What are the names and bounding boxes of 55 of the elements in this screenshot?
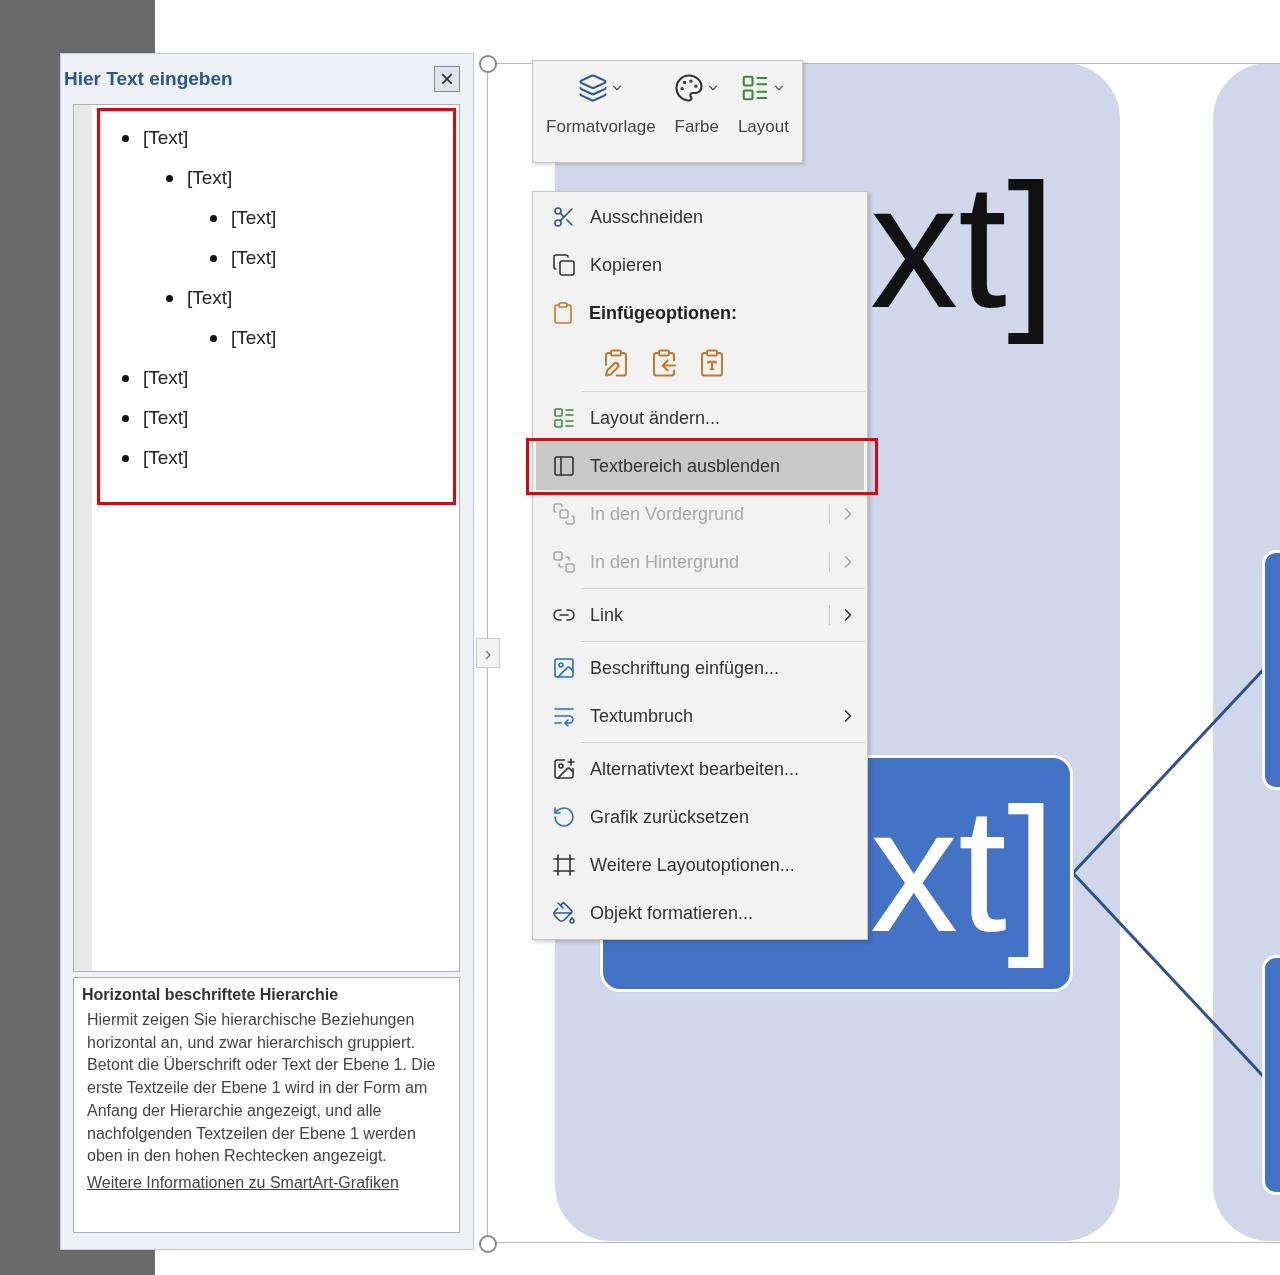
bullet-text[interactable]: [Text] (231, 327, 277, 349)
bullet-text[interactable]: [Text] (231, 247, 277, 269)
menu-item[interactable]: Objekt formatieren... (536, 889, 864, 937)
expand-pane-button[interactable]: › (476, 638, 500, 668)
shape-text: xt] (870, 771, 1057, 970)
send-backward-icon (552, 550, 576, 574)
clipboard-icon (551, 301, 575, 325)
shape-text: xt] (870, 147, 1057, 346)
menu-item[interactable]: Layout ändern... (536, 394, 864, 442)
menu-item[interactable]: Textumbruch (536, 692, 864, 740)
menu-item[interactable]: Textbereich ausblenden (536, 442, 864, 490)
bullet-text[interactable]: [Text] (231, 207, 277, 229)
layout-options-icon (552, 853, 576, 877)
bullet-text[interactable]: [Text] (143, 407, 189, 429)
bullet-icon (210, 254, 217, 262)
reset-icon (552, 805, 576, 829)
info-heading: Horizontal beschriftete Hierarchie (82, 986, 340, 1004)
bullet-icon (122, 374, 129, 382)
bullet-icon (210, 214, 217, 222)
bullet-text[interactable]: [Text] (143, 447, 189, 469)
toolbar-button[interactable]: Formatvorlage (543, 73, 659, 149)
palette-icon (673, 73, 704, 103)
bullet-text[interactable]: [Text] (143, 367, 189, 389)
bullet-icon (210, 334, 217, 342)
menu-item[interactable]: Beschriftung einfügen... (536, 644, 864, 692)
picture-icon (552, 656, 576, 680)
bullet-icon (122, 134, 129, 142)
bring-forward-icon (552, 502, 576, 526)
text-pane-icon (552, 454, 576, 478)
bullet-text[interactable]: [Text] (143, 127, 189, 149)
close-button[interactable]: × (434, 66, 460, 92)
menu-item[interactable]: Weitere Layoutoptionen... (536, 841, 864, 889)
style-icon (577, 73, 608, 103)
bullet-icon (166, 294, 173, 302)
menu-heading: Einfügeoptionen: (589, 302, 738, 324)
menu-item[interactable]: Link (536, 591, 864, 639)
bullet-icon (122, 414, 129, 422)
copy-icon (552, 253, 576, 277)
menu-item[interactable]: Ausschneiden (536, 193, 864, 241)
bullet-icon (122, 454, 129, 462)
menu-item[interactable]: Grafik zurücksetzen (536, 793, 864, 841)
format-icon (552, 901, 576, 925)
bullet-text[interactable]: [Text] (187, 167, 233, 189)
bullet-icon (166, 174, 173, 182)
pane-title: Hier Text eingeben (64, 68, 233, 90)
menu-item[interactable]: Alternativtext bearbeiten... (536, 745, 864, 793)
scissors-icon (552, 205, 576, 229)
layout-icon (552, 406, 576, 430)
picture-icon (552, 757, 576, 781)
bullet-text[interactable]: [Text] (187, 287, 233, 309)
info-link[interactable]: Weitere Informationen zu SmartArt-Grafiken (87, 1173, 399, 1192)
toolbar-button[interactable]: Farbe (670, 73, 723, 149)
menu-item[interactable]: Kopieren (536, 241, 864, 289)
info-text: Hiermit zeigen Sie hierarchische Beziehungen horizontal an, und zwar hierarchisch gruppiert. Betont die Überschrift oder Text der Ebene 1. Die erste Textzeile der Ebene 1 wird in der Form am Anfang der Hierarchie angezeigt, und alle nachfolgenden Textzeilen der Ebene 1 werden oben in den hohen Rechtecken angezeigt. (86, 1010, 437, 1167)
toolbar-button[interactable]: Layout (734, 73, 792, 149)
